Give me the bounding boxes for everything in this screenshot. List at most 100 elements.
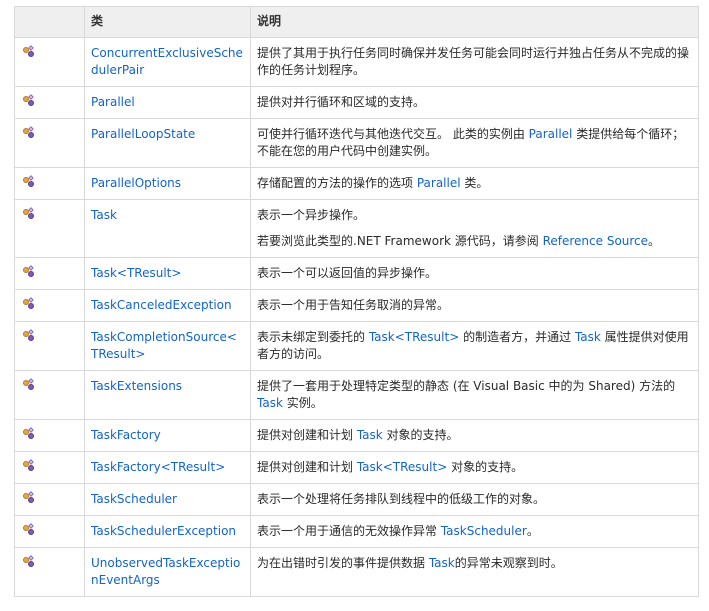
row-description-cell: 提供了其用于执行任务同时确保并发任务可能会同时运行并独占任务从不完成的操作的任务… [250,37,699,87]
class-name-link[interactable]: Task<TResult> [91,266,181,280]
description-paragraph: 表示一个用于告知任务取消的异常。 [257,297,692,314]
description-text: 表示一个异步操作。 [257,208,366,222]
row-icon-cell [14,167,85,200]
description-text: 提供对创建和计划 [257,428,357,442]
description-paragraph: 可使并行循环迭代与其他迭代交互。 此类的实例由 Parallel 类提供给每个循… [257,126,692,160]
row-class-cell: TaskSchedulerException [84,515,251,548]
class-name-link[interactable]: ParallelLoopState [91,127,195,141]
inline-type-link[interactable]: Parallel [417,176,461,190]
table-header-row: 类 说明 [14,6,699,38]
row-icon-cell [14,289,85,322]
row-description-cell: 表示一个用于通信的无效操作异常 TaskScheduler。 [250,515,699,548]
description-paragraph: 提供了一套用于处理特定类型的静态 (在 Visual Basic 中的为 Sha… [257,378,692,412]
inline-type-link[interactable]: Task [357,428,383,442]
row-icon-cell [14,86,85,119]
inline-type-link[interactable]: Task [257,396,283,410]
table-row: ParallelLoopState 可使并行循环迭代与其他迭代交互。 此类的实例由… [14,118,699,168]
class-icon [23,459,35,472]
row-icon-cell [14,370,85,420]
class-name-link[interactable]: TaskCompletionSource<TResult> [91,330,237,361]
table-row: Task 表示一个异步操作。若要浏览此类型的.NET Framework 源代码，… [14,199,699,258]
row-class-cell: TaskCanceledException [84,289,251,322]
row-class-cell: TaskFactory [84,419,251,452]
class-name-link[interactable]: UnobservedTaskExceptionEventArgs [91,556,240,587]
inline-type-link[interactable]: Reference Source [543,234,648,248]
row-class-cell: TaskFactory<TResult> [84,451,251,484]
class-name-link[interactable]: ParallelOptions [91,176,181,190]
class-name-link[interactable]: TaskExtensions [91,379,182,393]
description-text: 提供对并行循环和区域的支持。 [257,95,426,109]
row-description-cell: 提供对创建和计划 Task 对象的支持。 [250,419,699,452]
row-class-cell: Task<TResult> [84,257,251,290]
description-text: 。 [526,524,539,538]
inline-type-link[interactable]: Task [575,330,601,344]
table-row: Parallel 提供对并行循环和区域的支持。 [14,86,699,119]
class-icon [23,329,35,342]
row-description-cell: 提供了一套用于处理特定类型的静态 (在 Visual Basic 中的为 Sha… [250,370,699,420]
row-description-cell: 提供对并行循环和区域的支持。 [250,86,699,119]
description-text: 提供了一套用于处理特定类型的静态 (在 Visual Basic 中的为 Sha… [257,379,676,393]
description-text: 存储配置的方法的操作的选项 [257,176,417,190]
class-table-container: 类 说明 ConcurrentExclusiveSchedulerPair 提供了… [14,6,699,597]
description-text: 为在出错时引发的事件提供数据 [257,556,429,570]
row-description-cell: 表示一个用于告知任务取消的异常。 [250,289,699,322]
table-row: TaskCanceledException 表示一个用于告知任务取消的异常。 [14,289,699,322]
row-description-cell: 存储配置的方法的操作的选项 Parallel 类。 [250,167,699,200]
class-table: 类 说明 ConcurrentExclusiveSchedulerPair 提供了… [14,6,699,597]
description-paragraph: 提供对创建和计划 Task 对象的支持。 [257,427,692,444]
table-row: TaskFactory 提供对创建和计划 Task 对象的支持。 [14,419,699,452]
class-name-link[interactable]: TaskFactory [91,428,161,442]
class-name-link[interactable]: TaskCanceledException [91,298,232,312]
row-class-cell: UnobservedTaskExceptionEventArgs [84,547,251,597]
class-name-link[interactable]: Task [91,208,117,222]
table-row: TaskExtensions 提供了一套用于处理特定类型的静态 (在 Visual… [14,370,699,420]
row-class-cell: TaskCompletionSource<TResult> [84,321,251,371]
description-paragraph: 提供对并行循环和区域的支持。 [257,94,692,111]
class-name-link[interactable]: TaskScheduler [91,492,177,506]
row-description-cell: 表示未绑定到委托的 Task<TResult> 的制造者方，并通过 Task 属… [250,321,699,371]
inline-type-link[interactable]: TaskScheduler [441,524,527,538]
description-text: 表示一个处理将任务排队到线程中的低级工作的对象。 [257,492,546,506]
table-row: TaskFactory<TResult> 提供对创建和计划 Task<TResul… [14,451,699,484]
inline-type-link[interactable]: Task [429,556,455,570]
description-paragraph: 若要浏览此类型的.NET Framework 源代码，请参阅 Reference… [257,233,692,250]
row-icon-cell [14,321,85,371]
table-row: Task<TResult> 表示一个可以返回值的异步操作。 [14,257,699,290]
table-row: TaskCompletionSource<TResult> 表示未绑定到委托的 T… [14,321,699,371]
description-text: 提供了其用于执行任务同时确保并发任务可能会同时运行并独占任务从不完成的操作的任务… [257,46,690,77]
class-icon [23,427,35,440]
description-text: 表示未绑定到委托的 [257,330,369,344]
description-text: 。 [648,234,661,248]
description-paragraph: 表示一个可以返回值的异步操作。 [257,265,692,282]
inline-type-link[interactable]: Parallel [529,127,573,141]
class-icon [23,523,35,536]
class-icon [23,175,35,188]
row-class-cell: TaskExtensions [84,370,251,420]
class-icon [23,265,35,278]
description-text: 若要浏览此类型的.NET Framework 源代码，请参阅 [257,234,543,248]
description-paragraph: 表示一个处理将任务排队到线程中的低级工作的对象。 [257,491,692,508]
description-text: 对象的支持。 [447,460,524,474]
inline-type-link[interactable]: Task<TResult> [369,330,459,344]
row-class-cell: Parallel [84,86,251,119]
class-name-link[interactable]: ConcurrentExclusiveSchedulerPair [91,46,243,77]
class-name-link[interactable]: TaskFactory<TResult> [91,460,225,474]
row-description-cell: 提供对创建和计划 Task<TResult> 对象的支持。 [250,451,699,484]
row-class-cell: Task [84,199,251,258]
header-icon-column [14,6,85,38]
description-text: 表示一个用于告知任务取消的异常。 [257,298,450,312]
row-icon-cell [14,547,85,597]
description-paragraph: 表示未绑定到委托的 Task<TResult> 的制造者方，并通过 Task 属… [257,329,692,363]
description-text: 提供对创建和计划 [257,460,357,474]
row-icon-cell [14,118,85,168]
inline-type-link[interactable]: Task<TResult> [357,460,447,474]
row-description-cell: 表示一个异步操作。若要浏览此类型的.NET Framework 源代码，请参阅 … [250,199,699,258]
class-name-link[interactable]: TaskSchedulerException [91,524,236,538]
table-row: ParallelOptions 存储配置的方法的操作的选项 Parallel 类。 [14,167,699,200]
class-icon [23,207,35,220]
class-name-link[interactable]: Parallel [91,95,135,109]
row-icon-cell [14,483,85,516]
row-icon-cell [14,199,85,258]
header-description-column: 说明 [250,6,699,38]
class-icon [23,378,35,391]
